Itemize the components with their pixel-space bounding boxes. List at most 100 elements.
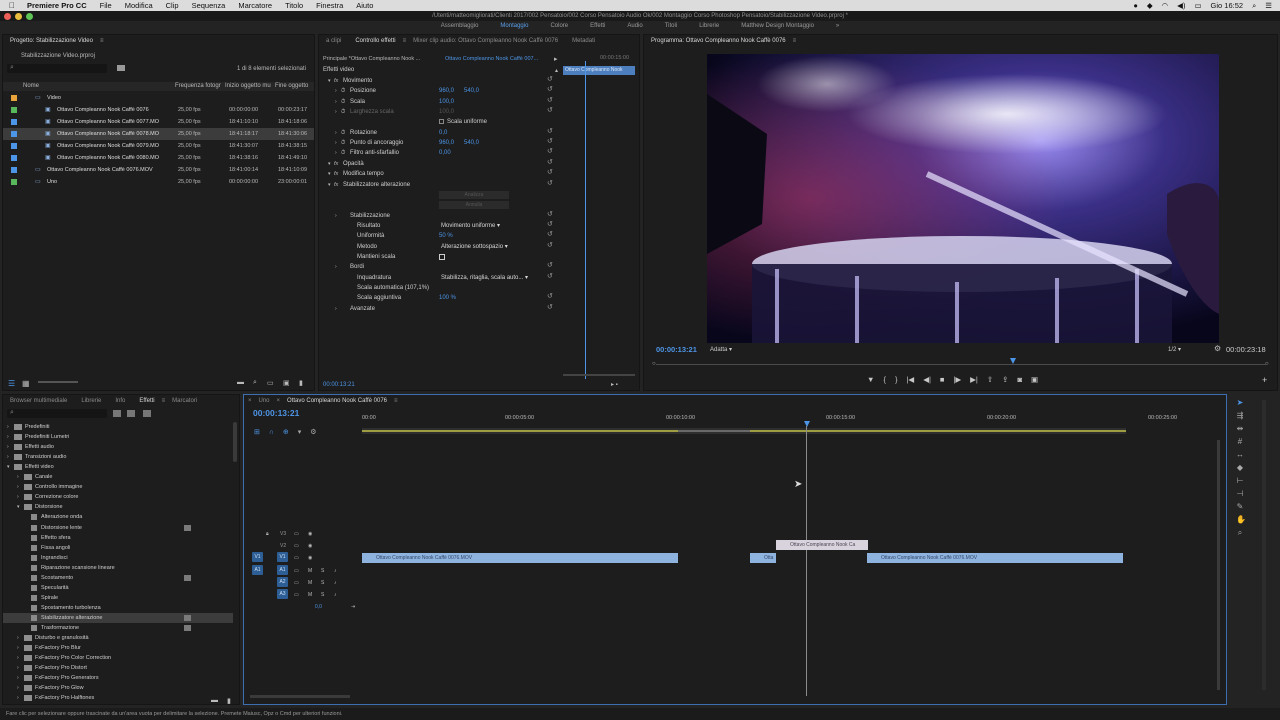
effect-value[interactable]: 0,0 bbox=[439, 128, 447, 138]
new-bin-icon[interactable]: ▭ bbox=[267, 379, 274, 387]
expand-triangle-icon[interactable]: › bbox=[17, 482, 19, 492]
zoom-slider[interactable] bbox=[38, 381, 78, 383]
stopwatch-icon[interactable]: ⏱ bbox=[341, 128, 345, 138]
go-to-in-icon[interactable]: |◀ bbox=[906, 375, 914, 384]
effect-value[interactable]: 960,0 bbox=[439, 138, 454, 148]
project-item[interactable]: ▣ Ottavo Compleanno Nook Caffè 0079.MO 2… bbox=[3, 140, 314, 152]
effect-dropdown[interactable]: Movimento uniforme ▾ bbox=[441, 221, 500, 231]
mute-icon[interactable]: M bbox=[308, 580, 312, 586]
timeline-h-scroll[interactable] bbox=[250, 695, 350, 698]
effects-scrollbar[interactable] bbox=[233, 422, 237, 462]
effect-value[interactable]: 960,0 bbox=[439, 86, 454, 96]
expand-triangle-icon[interactable]: › bbox=[335, 107, 337, 117]
effects-tree-item[interactable]: Riparazione scansione lineare bbox=[3, 563, 233, 573]
effect-value-y[interactable]: 540,0 bbox=[464, 86, 479, 96]
effects-tree-item[interactable]: Alterazione onda bbox=[3, 512, 233, 522]
reset-icon[interactable]: ↺ bbox=[547, 210, 553, 220]
mic-icon[interactable]: ♪ bbox=[334, 592, 337, 598]
sync-lock-icon[interactable]: ▭ bbox=[294, 531, 299, 537]
sync-lock-icon[interactable]: ▭ bbox=[294, 580, 299, 586]
section-scroll-icon[interactable]: ▴ bbox=[555, 67, 558, 74]
list-view-icon[interactable]: ☰ bbox=[8, 379, 15, 388]
expand-triangle-icon[interactable]: › bbox=[335, 138, 337, 148]
effects-tree-item[interactable]: › FxFactory Pro Glow bbox=[3, 683, 233, 693]
extract-icon[interactable]: ⇪ bbox=[1002, 375, 1008, 384]
expand-triangle-icon[interactable]: › bbox=[17, 472, 19, 482]
export-icons[interactable]: ▸ ▪ bbox=[611, 381, 618, 388]
mute-icon[interactable]: M bbox=[308, 592, 312, 598]
expand-triangle-icon[interactable]: › bbox=[7, 442, 9, 452]
reset-icon[interactable]: ↺ bbox=[547, 85, 553, 95]
expand-triangle-icon[interactable]: › bbox=[17, 673, 19, 683]
expand-triangle-icon[interactable]: › bbox=[17, 643, 19, 653]
menu-finestra[interactable]: Finestra bbox=[316, 1, 343, 10]
mic-icon[interactable]: ♪ bbox=[334, 568, 337, 574]
effect-row[interactable]: ▾ fx Stabilizzatore alterazione ↺ bbox=[319, 180, 559, 190]
track-a2-target[interactable]: A2 bbox=[277, 577, 288, 587]
work-area-bar[interactable] bbox=[362, 428, 1126, 434]
workspace-assemblaggio[interactable]: Assemblaggio bbox=[430, 21, 490, 33]
effects-tree-item[interactable]: › Predefiniti Lumetri bbox=[3, 432, 233, 442]
label-color-swatch[interactable] bbox=[11, 155, 17, 161]
effect-dropdown[interactable]: Alterazione sottospazio ▾ bbox=[441, 242, 508, 252]
effects-tree-item[interactable]: Distorsione lente bbox=[3, 523, 233, 533]
effects-tree-item[interactable]: ▾ Effetti video bbox=[3, 462, 233, 472]
solo-icon[interactable]: S bbox=[321, 580, 324, 586]
tab-effects[interactable]: Effetti bbox=[132, 398, 161, 404]
expand-triangle-icon[interactable]: › bbox=[335, 128, 337, 138]
expand-triangle-icon[interactable]: › bbox=[335, 86, 337, 96]
effect-value[interactable]: 100 % bbox=[439, 293, 456, 303]
project-item[interactable]: ▭ Uno 25,00 fps 00:00:00:00 23:00:00:01 bbox=[3, 176, 314, 188]
workspace-colore[interactable]: Colore bbox=[539, 21, 579, 33]
clock[interactable]: Gio 16:52 bbox=[1211, 1, 1244, 10]
effect-row[interactable]: › ⏱ Posizione 960,0 540,0 ↺ bbox=[319, 86, 559, 96]
battery-icon[interactable]: ▭ bbox=[1194, 1, 1201, 10]
reset-icon[interactable]: ↺ bbox=[547, 127, 553, 137]
effects-tree-item[interactable]: › Disturbo e granulosità bbox=[3, 633, 233, 643]
expand-triangle-icon[interactable]: › bbox=[7, 422, 9, 432]
step-forward-icon[interactable]: |▶ bbox=[953, 375, 961, 384]
effect-value[interactable]: 100,0 bbox=[439, 107, 454, 117]
menu-sequenza[interactable]: Sequenza bbox=[192, 1, 226, 10]
effect-row[interactable]: Analizza bbox=[319, 190, 559, 200]
effect-row[interactable]: Mantieni scala bbox=[319, 252, 559, 262]
track-select-tool-icon[interactable]: ⇶ bbox=[1236, 412, 1244, 420]
slide-tool-icon[interactable]: ⊣ bbox=[1236, 490, 1244, 498]
reset-icon[interactable]: ↺ bbox=[547, 168, 553, 178]
sync-lock-icon[interactable]: ▭ bbox=[294, 568, 299, 574]
expand-triangle-icon[interactable]: ▾ bbox=[328, 76, 331, 86]
expand-triangle-icon[interactable]: ▾ bbox=[328, 169, 331, 179]
out-marker-icon[interactable]: ○ bbox=[1265, 361, 1269, 367]
panel-menu-icon[interactable]: ≡ bbox=[100, 38, 104, 44]
tab-media-browser[interactable]: Browser multimediale bbox=[3, 398, 74, 404]
effect-row[interactable]: Metodo Alterazione sottospazio ▾ ↺ bbox=[319, 242, 559, 252]
label-color-swatch[interactable] bbox=[11, 95, 17, 101]
effect-row[interactable]: › Avanzate ↺ bbox=[319, 304, 559, 314]
reset-icon[interactable]: ↺ bbox=[547, 261, 553, 271]
effect-row[interactable]: › ⏱ Larghezza scala 100,0 ↺ bbox=[319, 107, 559, 117]
wifi-icon[interactable]: ◠ bbox=[1162, 1, 1169, 10]
effects-tree-item[interactable]: Specularità bbox=[3, 583, 233, 593]
menu-file[interactable]: File bbox=[100, 1, 112, 10]
reset-icon[interactable]: ↺ bbox=[547, 303, 553, 313]
apple-icon[interactable]:  bbox=[9, 1, 15, 10]
effect-value[interactable]: 50 % bbox=[439, 231, 453, 241]
stopwatch-icon[interactable]: ⏱ bbox=[341, 97, 345, 107]
mark-out-icon[interactable]: } bbox=[895, 375, 898, 384]
effects-search-input[interactable]: ⌕ bbox=[7, 409, 107, 418]
tab-info[interactable]: Info bbox=[108, 398, 132, 404]
expand-triangle-icon[interactable]: › bbox=[335, 97, 337, 107]
effects-tree-item[interactable]: › Effetti audio bbox=[3, 442, 233, 452]
add-marker-icon[interactable]: ▾ bbox=[298, 428, 302, 436]
list-icon[interactable]: ☰ bbox=[1265, 1, 1272, 10]
project-item[interactable]: ▣ Ottavo Compleanno Nook Caffè 0077.MO 2… bbox=[3, 116, 314, 128]
razor-tool-icon[interactable]: ◆ bbox=[1236, 464, 1244, 472]
expand-triangle-icon[interactable]: › bbox=[335, 148, 337, 158]
effect-dropdown[interactable]: Stabilizza, ritaglia, scala auto... ▾ bbox=[441, 273, 528, 283]
ripple-edit-tool-icon[interactable]: ⇹ bbox=[1236, 425, 1244, 433]
dropbox-icon[interactable]: ◆ bbox=[1147, 1, 1153, 10]
workspace-effetti[interactable]: Effetti bbox=[579, 21, 616, 33]
col-fps[interactable]: Frequenza fotogr bbox=[175, 83, 221, 89]
label-color-swatch[interactable] bbox=[11, 179, 17, 185]
timeline-v-scroll[interactable] bbox=[1217, 440, 1220, 690]
